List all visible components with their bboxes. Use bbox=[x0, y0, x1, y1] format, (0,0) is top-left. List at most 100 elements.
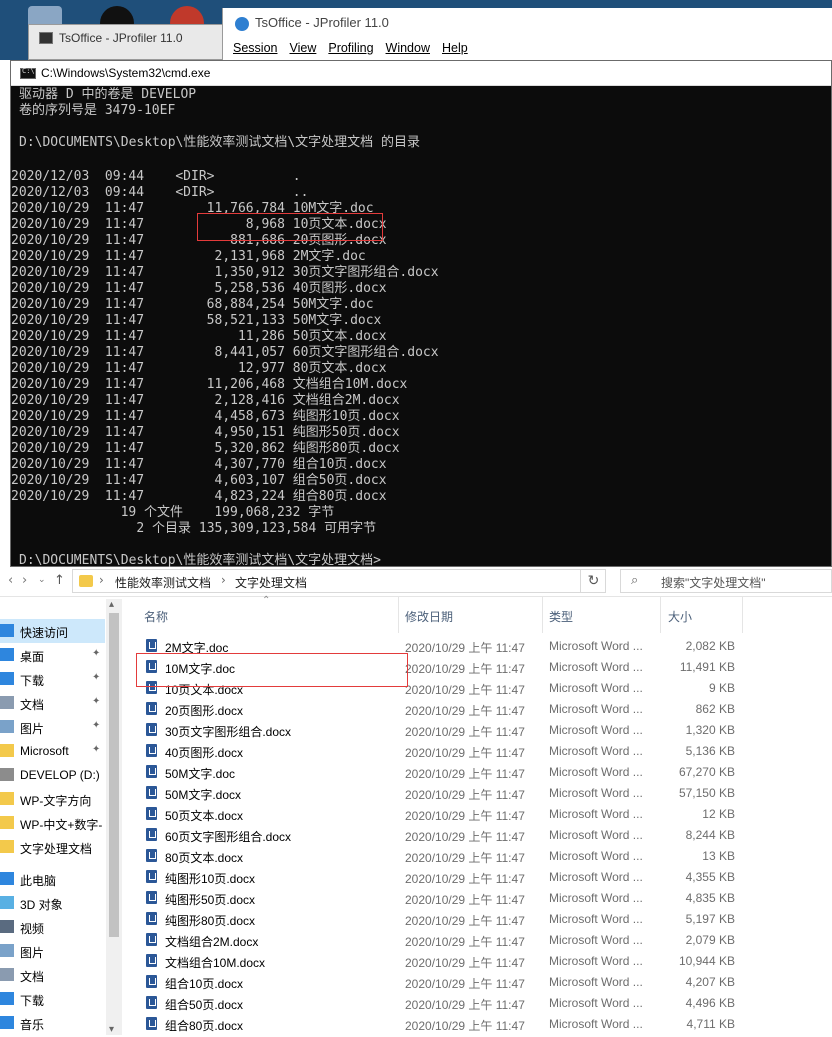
cmd-title: C:\Windows\System32\cmd.exe bbox=[41, 66, 211, 80]
sidebar-item[interactable]: WP-中文+数字- bbox=[0, 811, 105, 835]
sidebar-item-label: 此电脑 bbox=[20, 874, 57, 888]
sidebar-item[interactable]: 文档 bbox=[0, 963, 105, 987]
column-divider[interactable] bbox=[542, 597, 543, 633]
cmd-window[interactable]: C:\Windows\System32\cmd.exe 驱动器 D 中的卷是 D… bbox=[10, 60, 832, 567]
sidebar-item[interactable]: 快速访问 bbox=[0, 619, 105, 643]
cmd-output[interactable]: 驱动器 D 中的卷是 DEVELOP 卷的序列号是 3479-10EF D:\DOC… bbox=[11, 87, 831, 567]
cmd-title-bar[interactable]: C:\Windows\System32\cmd.exe bbox=[11, 61, 831, 86]
jprofiler-back-window[interactable]: TsOffice - JProfiler 11.0 bbox=[28, 24, 228, 60]
file-row[interactable]: 纯图形10页.docx 2020/10/29 上午 11:47 Microsoft … bbox=[122, 866, 832, 887]
column-divider[interactable] bbox=[742, 597, 743, 633]
column-name[interactable]: 名称 bbox=[144, 608, 168, 625]
menu-profiling[interactable]: Profiling bbox=[322, 41, 379, 55]
sidebar-item-label: 文档 bbox=[20, 698, 45, 712]
column-date[interactable]: 修改日期 bbox=[405, 608, 453, 625]
file-type: Microsoft Word ... bbox=[549, 744, 643, 758]
sidebar-item[interactable]: 图片 ✦ bbox=[0, 715, 105, 739]
up-arrow-icon[interactable]: ↑ bbox=[54, 573, 65, 588]
pin-icon[interactable]: ✦ bbox=[92, 744, 100, 755]
cmd-line: 2020/12/03 09:44 <DIR> .. bbox=[11, 185, 309, 200]
star-icon bbox=[0, 624, 14, 637]
sidebar-item[interactable]: DEVELOP (D:) bbox=[0, 763, 105, 787]
file-size: 4,207 KB bbox=[685, 975, 735, 989]
cmd-icon bbox=[20, 67, 36, 79]
file-row[interactable]: 50M文字.doc 2020/10/29 上午 11:47 Microsoft Wo… bbox=[122, 761, 832, 782]
terminal-icon bbox=[39, 32, 53, 44]
file-date: 2020/10/29 上午 11:47 bbox=[405, 746, 525, 760]
file-row[interactable]: 纯图形50页.docx 2020/10/29 上午 11:47 Microsoft … bbox=[122, 887, 832, 908]
file-name: 50M文字.doc bbox=[165, 767, 236, 781]
column-divider[interactable] bbox=[660, 597, 661, 633]
sidebar-item[interactable]: 音乐 bbox=[0, 1011, 105, 1035]
file-size: 12 KB bbox=[702, 807, 735, 821]
file-row[interactable]: 50页文本.docx 2020/10/29 上午 11:47 Microsoft W… bbox=[122, 803, 832, 824]
file-date: 2020/10/29 上午 11:47 bbox=[405, 977, 525, 991]
pin-icon[interactable]: ✦ bbox=[92, 720, 100, 731]
file-row[interactable]: 组合80页.docx 2020/10/29 上午 11:47 Microsoft W… bbox=[122, 1013, 832, 1034]
word-file-icon bbox=[146, 975, 157, 988]
back-icon[interactable]: ‹ bbox=[8, 573, 13, 588]
file-size: 67,270 KB bbox=[678, 765, 735, 779]
menu-session[interactable]: Session bbox=[227, 41, 283, 55]
sidebar-item[interactable]: 桌面 ✦ bbox=[0, 643, 105, 667]
menu-help[interactable]: Help bbox=[436, 41, 474, 55]
file-row[interactable]: 80页文本.docx 2020/10/29 上午 11:47 Microsoft W… bbox=[122, 845, 832, 866]
sidebar-item[interactable]: 视频 bbox=[0, 915, 105, 939]
search-input[interactable]: ⌕ 搜索"文字处理文档" bbox=[620, 569, 832, 593]
breadcrumb-perf[interactable]: 性能效率测试文档 bbox=[115, 574, 211, 591]
file-row[interactable]: 纯图形80页.docx 2020/10/29 上午 11:47 Microsoft … bbox=[122, 908, 832, 929]
sidebar-item[interactable]: 此电脑 bbox=[0, 867, 105, 891]
file-row[interactable]: 组合10页.docx 2020/10/29 上午 11:47 Microsoft W… bbox=[122, 971, 832, 992]
sidebar-item[interactable]: Microsoft ✦ bbox=[0, 739, 105, 763]
breadcrumb-current[interactable]: 文字处理文档 bbox=[235, 574, 307, 591]
desktop-icon bbox=[0, 648, 14, 661]
word-file-icon bbox=[146, 912, 157, 925]
download-icon bbox=[0, 992, 14, 1005]
column-size[interactable]: 大小 bbox=[668, 608, 692, 625]
pin-icon[interactable]: ✦ bbox=[92, 696, 100, 707]
jprofiler-window[interactable]: TsOffice - JProfiler 11.0 Session View P… bbox=[222, 8, 832, 68]
window-title: TsOffice - JProfiler 11.0 bbox=[255, 15, 389, 30]
sidebar-item[interactable]: 文档 ✦ bbox=[0, 691, 105, 715]
file-row[interactable]: 60页文字图形组合.docx 2020/10/29 上午 11:47 Microso… bbox=[122, 824, 832, 845]
column-divider[interactable] bbox=[398, 597, 399, 633]
column-type[interactable]: 类型 bbox=[549, 608, 573, 625]
file-row[interactable]: 50M文字.docx 2020/10/29 上午 11:47 Microsoft W… bbox=[122, 782, 832, 803]
file-row[interactable]: 20页图形.docx 2020/10/29 上午 11:47 Microsoft W… bbox=[122, 698, 832, 719]
refresh-icon[interactable]: ↻ bbox=[580, 570, 606, 592]
word-file-icon bbox=[146, 639, 157, 652]
sidebar-item[interactable]: 3D 对象 bbox=[0, 891, 105, 915]
pin-icon[interactable]: ✦ bbox=[92, 672, 100, 683]
file-type: Microsoft Word ... bbox=[549, 786, 643, 800]
sidebar-item-label: Microsoft bbox=[20, 744, 69, 758]
scroll-up-icon[interactable]: ▴ bbox=[109, 599, 114, 610]
chevron-right-icon[interactable]: › bbox=[99, 573, 104, 587]
pin-icon[interactable]: ✦ bbox=[92, 648, 100, 659]
highlight-box bbox=[197, 213, 383, 241]
address-path[interactable]: › 性能效率测试文档 › 文字处理文档 bbox=[72, 569, 606, 593]
nav-scrollbar[interactable]: ▴ ▾ bbox=[106, 599, 122, 1035]
cmd-line: 2020/10/29 11:47 11,286 50页文本.docx bbox=[11, 329, 387, 344]
file-row[interactable]: 文档组合10M.docx 2020/10/29 上午 11:47 Microsoft… bbox=[122, 950, 832, 971]
file-name: 50页文本.docx bbox=[165, 809, 244, 823]
menu-view[interactable]: View bbox=[283, 41, 322, 55]
forward-icon[interactable]: › bbox=[22, 573, 27, 588]
scroll-down-icon[interactable]: ▾ bbox=[109, 1024, 114, 1035]
file-row[interactable]: 文档组合2M.docx 2020/10/29 上午 11:47 Microsoft … bbox=[122, 929, 832, 950]
sidebar-item[interactable]: 图片 bbox=[0, 939, 105, 963]
file-size: 9 KB bbox=[708, 681, 735, 695]
cmd-line: 2020/10/29 11:47 4,950,151 纯图形50页.docx bbox=[11, 425, 400, 440]
scroll-thumb[interactable] bbox=[109, 613, 119, 937]
sidebar-item[interactable]: 下载 bbox=[0, 987, 105, 1011]
sidebar-item[interactable]: 下载 ✦ bbox=[0, 667, 105, 691]
menu-window[interactable]: Window bbox=[380, 41, 436, 55]
chevron-down-icon[interactable]: ⌄ bbox=[38, 575, 46, 585]
file-row[interactable]: 30页文字图形组合.docx 2020/10/29 上午 11:47 Microso… bbox=[122, 719, 832, 740]
sidebar-item[interactable]: WP-文字方向 bbox=[0, 787, 105, 811]
sidebar-item[interactable]: 文字处理文档 bbox=[0, 835, 105, 859]
file-row[interactable]: 组合50页.docx 2020/10/29 上午 11:47 Microsoft W… bbox=[122, 992, 832, 1013]
file-size: 1,320 KB bbox=[685, 723, 735, 737]
chevron-right-icon[interactable]: › bbox=[221, 573, 226, 587]
cmd-line: 2 个目录 135,309,123,584 可用字节 bbox=[19, 521, 377, 536]
file-row[interactable]: 40页图形.docx 2020/10/29 上午 11:47 Microsoft W… bbox=[122, 740, 832, 761]
